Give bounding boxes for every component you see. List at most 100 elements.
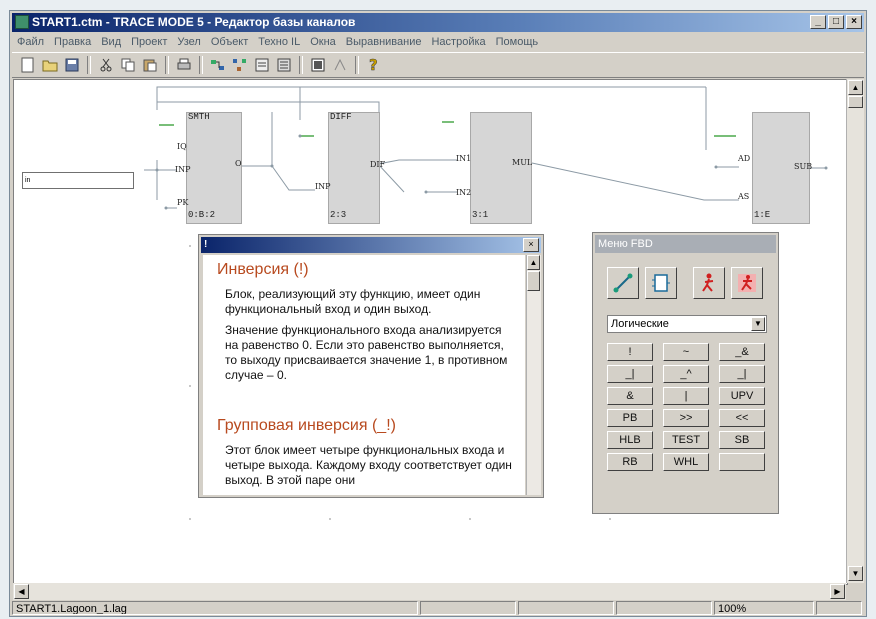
new-icon[interactable]: [18, 55, 38, 75]
save-icon[interactable]: [62, 55, 82, 75]
scroll-left-button[interactable]: ◀: [14, 584, 29, 599]
maximize-button[interactable]: □: [828, 15, 844, 29]
link-tool-icon[interactable]: [607, 267, 639, 299]
port-inp-2: INP: [315, 182, 331, 191]
cut-icon[interactable]: [96, 55, 116, 75]
menu-align[interactable]: Выравнивание: [341, 36, 427, 48]
help-scroll-thumb[interactable]: [527, 271, 540, 291]
print-icon[interactable]: [174, 55, 194, 75]
minimize-button[interactable]: _: [810, 15, 826, 29]
open-icon[interactable]: [40, 55, 60, 75]
menu-project[interactable]: Проект: [126, 36, 172, 48]
help-title: !: [201, 237, 541, 253]
exit-tool-icon[interactable]: [731, 267, 763, 299]
scroll-down-button[interactable]: ▼: [848, 566, 863, 581]
scroll-up-button[interactable]: ▲: [848, 80, 863, 95]
menu-bar: Файл Правка Вид Проект Узел Объект Техно…: [12, 33, 864, 51]
fbd-button-shift-right[interactable]: >>: [663, 409, 709, 427]
port-pk: PK: [177, 198, 189, 207]
fbd-button-group-and[interactable]: _&: [719, 343, 765, 361]
app-icon: [15, 15, 29, 29]
port-ad: AD: [738, 154, 751, 163]
tool-a-icon[interactable]: [208, 55, 228, 75]
help-close-button[interactable]: ×: [523, 238, 539, 252]
fbd-button-group-or-2[interactable]: _|: [719, 365, 765, 383]
vertical-scrollbar[interactable]: ▲ ▼: [846, 79, 864, 583]
toolbar-separator: [299, 56, 303, 74]
tool-c-icon[interactable]: [252, 55, 272, 75]
menu-view[interactable]: Вид: [96, 36, 126, 48]
toolbar-separator: [355, 56, 359, 74]
block-diff-id: 2:3: [330, 210, 347, 220]
fbd-button-pb[interactable]: PB: [607, 409, 653, 427]
fbd-button-or[interactable]: |: [663, 387, 709, 405]
fbd-button-group-xor[interactable]: _^: [663, 365, 709, 383]
fbd-button-not[interactable]: !: [607, 343, 653, 361]
fbd-button-tilde[interactable]: ~: [663, 343, 709, 361]
tool-e-icon[interactable]: [308, 55, 328, 75]
status-bar: START1.Lagoon_1.lag 100%: [12, 601, 864, 616]
input-field-block[interactable]: in: [22, 172, 134, 189]
fbd-button-group-or[interactable]: _|: [607, 365, 653, 383]
block-sub-id: 1:E: [754, 210, 771, 220]
fbd-button-hlb[interactable]: HLB: [607, 431, 653, 449]
port-inp: INP: [175, 165, 191, 174]
help-paragraph: Этот блок имеет четыре функциональных вх…: [225, 443, 512, 487]
status-panel: [616, 601, 712, 615]
menu-windows[interactable]: Окна: [305, 36, 341, 48]
help-heading-inversion: Инверсия (!): [217, 261, 309, 278]
horizontal-scrollbar[interactable]: ◀ ▶: [13, 583, 846, 600]
port-sub: SUB: [794, 162, 813, 171]
fbd-button-rb[interactable]: RB: [607, 453, 653, 471]
title-bar: START1.ctm - TRACE MODE 5 - Редактор баз…: [12, 13, 864, 32]
menu-node[interactable]: Узел: [172, 36, 205, 48]
fbd-button-whl[interactable]: WHL: [663, 453, 709, 471]
fbd-button-upv[interactable]: UPV: [719, 387, 765, 405]
help-popup[interactable]: ! × Инверсия (!) Блок, реализующий эту ф…: [198, 234, 544, 498]
toolbar: ?: [12, 52, 864, 78]
menu-edit[interactable]: Правка: [49, 36, 96, 48]
category-select-value: Логические: [611, 318, 669, 330]
menu-techno-il[interactable]: Техно IL: [253, 36, 305, 48]
help-scrollbar[interactable]: ▲: [526, 255, 541, 495]
help-content: Инверсия (!) Блок, реализующий эту функц…: [203, 255, 525, 495]
help-paragraph: Значение функционального входа анализиру…: [225, 323, 508, 382]
port-in1: IN1: [456, 154, 472, 163]
block-smth[interactable]: [186, 112, 242, 224]
help-heading-group-inversion: Групповая инверсия (_!): [217, 417, 396, 434]
help-icon[interactable]: ?: [364, 55, 384, 75]
status-panel: [518, 601, 614, 615]
category-select[interactable]: Логические ▼: [607, 315, 767, 333]
block-mul-id: 3:1: [472, 210, 489, 220]
toolbar-separator: [165, 56, 169, 74]
port-in2: IN2: [456, 188, 472, 197]
menu-settings[interactable]: Настройка: [426, 36, 490, 48]
fbd-button-test[interactable]: TEST: [663, 431, 709, 449]
tool-f-icon[interactable]: [330, 55, 350, 75]
scroll-thumb[interactable]: [848, 96, 863, 108]
fbd-button-and[interactable]: &: [607, 387, 653, 405]
menu-file[interactable]: Файл: [12, 36, 49, 48]
run-tool-icon[interactable]: [693, 267, 725, 299]
tool-b-icon[interactable]: [230, 55, 250, 75]
port-iq: IQ: [177, 142, 187, 151]
port-o: O: [235, 159, 242, 168]
block-tool-icon[interactable]: [645, 267, 677, 299]
scroll-right-button[interactable]: ▶: [830, 584, 845, 599]
block-mul[interactable]: [470, 112, 532, 224]
chevron-down-icon[interactable]: ▼: [751, 317, 765, 331]
copy-icon[interactable]: [118, 55, 138, 75]
tool-d-icon[interactable]: [274, 55, 294, 75]
status-panel: [420, 601, 516, 615]
fbd-button-shift-left[interactable]: <<: [719, 409, 765, 427]
close-button[interactable]: ×: [846, 15, 862, 29]
fbd-button-empty[interactable]: [719, 453, 765, 471]
help-scroll-up-button[interactable]: ▲: [527, 255, 540, 270]
paste-icon[interactable]: [140, 55, 160, 75]
toolbar-separator: [87, 56, 91, 74]
fbd-menu-panel[interactable]: Меню FBD Логические ▼ ! ~ _& _| _^ _| & …: [592, 232, 779, 514]
menu-help[interactable]: Помощь: [491, 36, 544, 48]
block-smth-name: SMTH: [188, 112, 210, 122]
menu-object[interactable]: Объект: [206, 36, 253, 48]
fbd-button-sb[interactable]: SB: [719, 431, 765, 449]
